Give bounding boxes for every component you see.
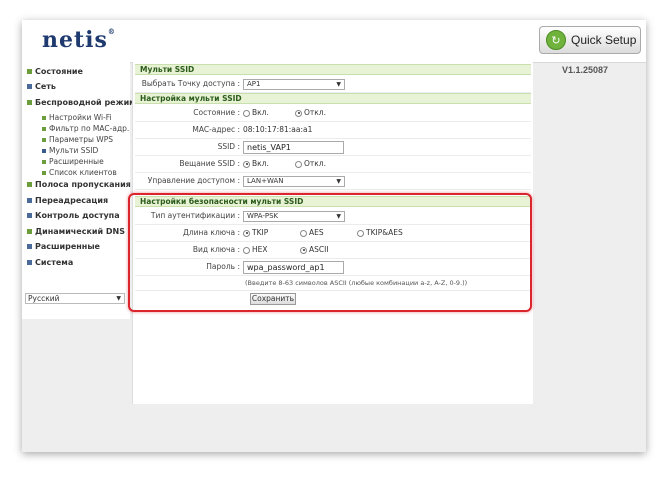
- key-type-label: Вид ключа :: [192, 245, 240, 254]
- bullet-icon: [42, 127, 46, 131]
- section-header-multi-ssid-settings: Настройка мульти SSID: [135, 93, 531, 104]
- bullet-icon: [27, 69, 32, 74]
- bullet-icon: [27, 198, 32, 203]
- key-tkip-aes-radio[interactable]: TKIP&AES: [357, 225, 403, 241]
- row-access-control: Управление доступом : LAN+WAN ▼: [135, 173, 531, 190]
- ssid-label: SSID :: [217, 142, 240, 151]
- bullet-icon: [27, 213, 32, 218]
- sidebar: Состояние Сеть Беспроводной режим Настро…: [22, 62, 136, 319]
- language-select[interactable]: Русский ▼: [25, 293, 125, 304]
- sidebar-item-advanced[interactable]: Расширенные: [27, 242, 100, 251]
- radio-icon: [357, 229, 364, 237]
- row-auth-type: Тип аутентификации : WPA-PSK ▼: [135, 208, 531, 225]
- chevron-down-icon: ▼: [336, 178, 341, 185]
- sidebar-item-network[interactable]: Сеть: [27, 82, 56, 91]
- top-header: netis® ↻ Quick Setup: [22, 20, 646, 63]
- main-content: Мульти SSID Выбрать Точку доступа : AP1 ▼…: [132, 62, 533, 404]
- chevron-down-icon: ▼: [116, 295, 121, 302]
- sidebar-item-wireless[interactable]: Беспроводной режим: [27, 98, 136, 107]
- bullet-icon: [27, 260, 32, 265]
- sidebar-item-system[interactable]: Система: [27, 258, 73, 267]
- radio-icon: [243, 109, 250, 117]
- quick-setup-label: Quick Setup: [571, 33, 637, 47]
- broadcast-off-radio[interactable]: Откл.: [295, 156, 326, 172]
- row-key-type: Вид ключа : HEX ASCII: [135, 242, 531, 259]
- state-off-radio[interactable]: Откл.: [295, 105, 326, 121]
- password-input[interactable]: wpa_password_ap1: [243, 261, 344, 274]
- router-admin-window: netis® ↻ Quick Setup V1.1.25087 Состояни…: [22, 20, 646, 452]
- sidebar-subitem-multi-ssid[interactable]: Мульти SSID: [42, 146, 98, 155]
- radio-selected-icon: [243, 229, 250, 237]
- row-save: Сохранить: [135, 291, 531, 307]
- row-select-ap: Выбрать Точку доступа : AP1 ▼: [135, 76, 531, 93]
- bullet-icon: [42, 116, 46, 120]
- netis-logo: netis®: [42, 27, 116, 53]
- sidebar-subitem-client-list[interactable]: Список клиентов: [42, 168, 117, 177]
- key-ascii-radio[interactable]: ASCII: [300, 242, 329, 258]
- chevron-down-icon: ▼: [336, 81, 341, 88]
- sidebar-item-status[interactable]: Состояние: [27, 67, 83, 76]
- sidebar-subitem-wps[interactable]: Параметры WPS: [42, 135, 113, 144]
- broadcast-on-radio[interactable]: Вкл.: [243, 156, 269, 172]
- radio-selected-icon: [295, 109, 302, 117]
- sidebar-item-bandwidth[interactable]: Полоса пропускания: [27, 180, 131, 189]
- select-ap-dropdown[interactable]: AP1 ▼: [243, 79, 345, 90]
- sidebar-item-forwarding[interactable]: Переадресация: [27, 196, 108, 205]
- state-on-radio[interactable]: Вкл.: [243, 105, 269, 121]
- key-length-label: Длина ключа :: [183, 228, 240, 237]
- row-password-hint: (Введите 8-63 символов ASCII (любые комб…: [135, 276, 531, 291]
- section-header-security: Настройки безопасности мульти SSID: [135, 196, 531, 207]
- radio-icon: [300, 229, 307, 237]
- broadcast-label: Вещание SSID :: [179, 159, 240, 168]
- bullet-icon: [42, 138, 46, 142]
- firmware-version: V1.1.25087: [562, 65, 609, 75]
- row-password: Пароль : wpa_password_ap1: [135, 259, 531, 276]
- mac-value: 08:10:17:81:aa:a1: [243, 125, 313, 134]
- bullet-icon: [27, 84, 32, 89]
- row-key-length: Длина ключа : TKIP AES TKIP&AES: [135, 225, 531, 242]
- bullet-icon: [27, 100, 32, 105]
- key-aes-radio[interactable]: AES: [300, 225, 324, 241]
- radio-selected-icon: [243, 160, 250, 168]
- bullet-icon: [27, 229, 32, 234]
- bullet-icon: [42, 160, 46, 164]
- row-ssid: SSID : netis_VAP1: [135, 139, 531, 156]
- sidebar-item-ddns[interactable]: Динамический DNS: [27, 227, 125, 236]
- bullet-icon: [27, 182, 32, 187]
- key-hex-radio[interactable]: HEX: [243, 242, 268, 258]
- auth-type-label: Тип аутентификации :: [150, 211, 240, 220]
- row-state: Состояние : Вкл. Откл.: [135, 105, 531, 122]
- sidebar-subitem-advanced-wireless[interactable]: Расширенные: [42, 157, 104, 166]
- select-ap-label: Выбрать Точку доступа :: [141, 79, 240, 88]
- chevron-down-icon: ▼: [336, 213, 341, 220]
- mac-label: MAC-адрес :: [192, 125, 240, 134]
- ssid-input[interactable]: netis_VAP1: [243, 141, 344, 154]
- section-header-multi-ssid: Мульти SSID: [135, 64, 531, 75]
- quick-setup-button[interactable]: ↻ Quick Setup: [539, 26, 641, 54]
- password-label: Пароль :: [206, 262, 240, 271]
- radio-icon: [295, 160, 302, 168]
- password-hint: (Введите 8-63 символов ASCII (любые комб…: [245, 279, 468, 287]
- access-control-dropdown[interactable]: LAN+WAN ▼: [243, 176, 345, 187]
- save-button[interactable]: Сохранить: [250, 293, 296, 305]
- bullet-icon: [27, 244, 32, 249]
- state-label: Состояние :: [193, 108, 240, 117]
- row-broadcast: Вещание SSID : Вкл. Откл.: [135, 156, 531, 173]
- radio-icon: [243, 246, 250, 254]
- sidebar-subitem-wifi-settings[interactable]: Настройки Wi-Fi: [42, 113, 112, 122]
- radio-selected-icon: [300, 246, 307, 254]
- row-mac: MAC-адрес : 08:10:17:81:aa:a1: [135, 122, 531, 139]
- sidebar-item-access-control[interactable]: Контроль доступа: [27, 211, 120, 220]
- sidebar-subitem-mac-filter[interactable]: Фильтр по MAC-адр.: [42, 124, 129, 133]
- refresh-icon: ↻: [546, 30, 566, 50]
- bullet-icon: [42, 149, 46, 153]
- bullet-icon: [42, 171, 46, 175]
- access-control-label: Управление доступом :: [147, 176, 240, 185]
- key-tkip-radio[interactable]: TKIP: [243, 225, 268, 241]
- auth-type-dropdown[interactable]: WPA-PSK ▼: [243, 211, 345, 222]
